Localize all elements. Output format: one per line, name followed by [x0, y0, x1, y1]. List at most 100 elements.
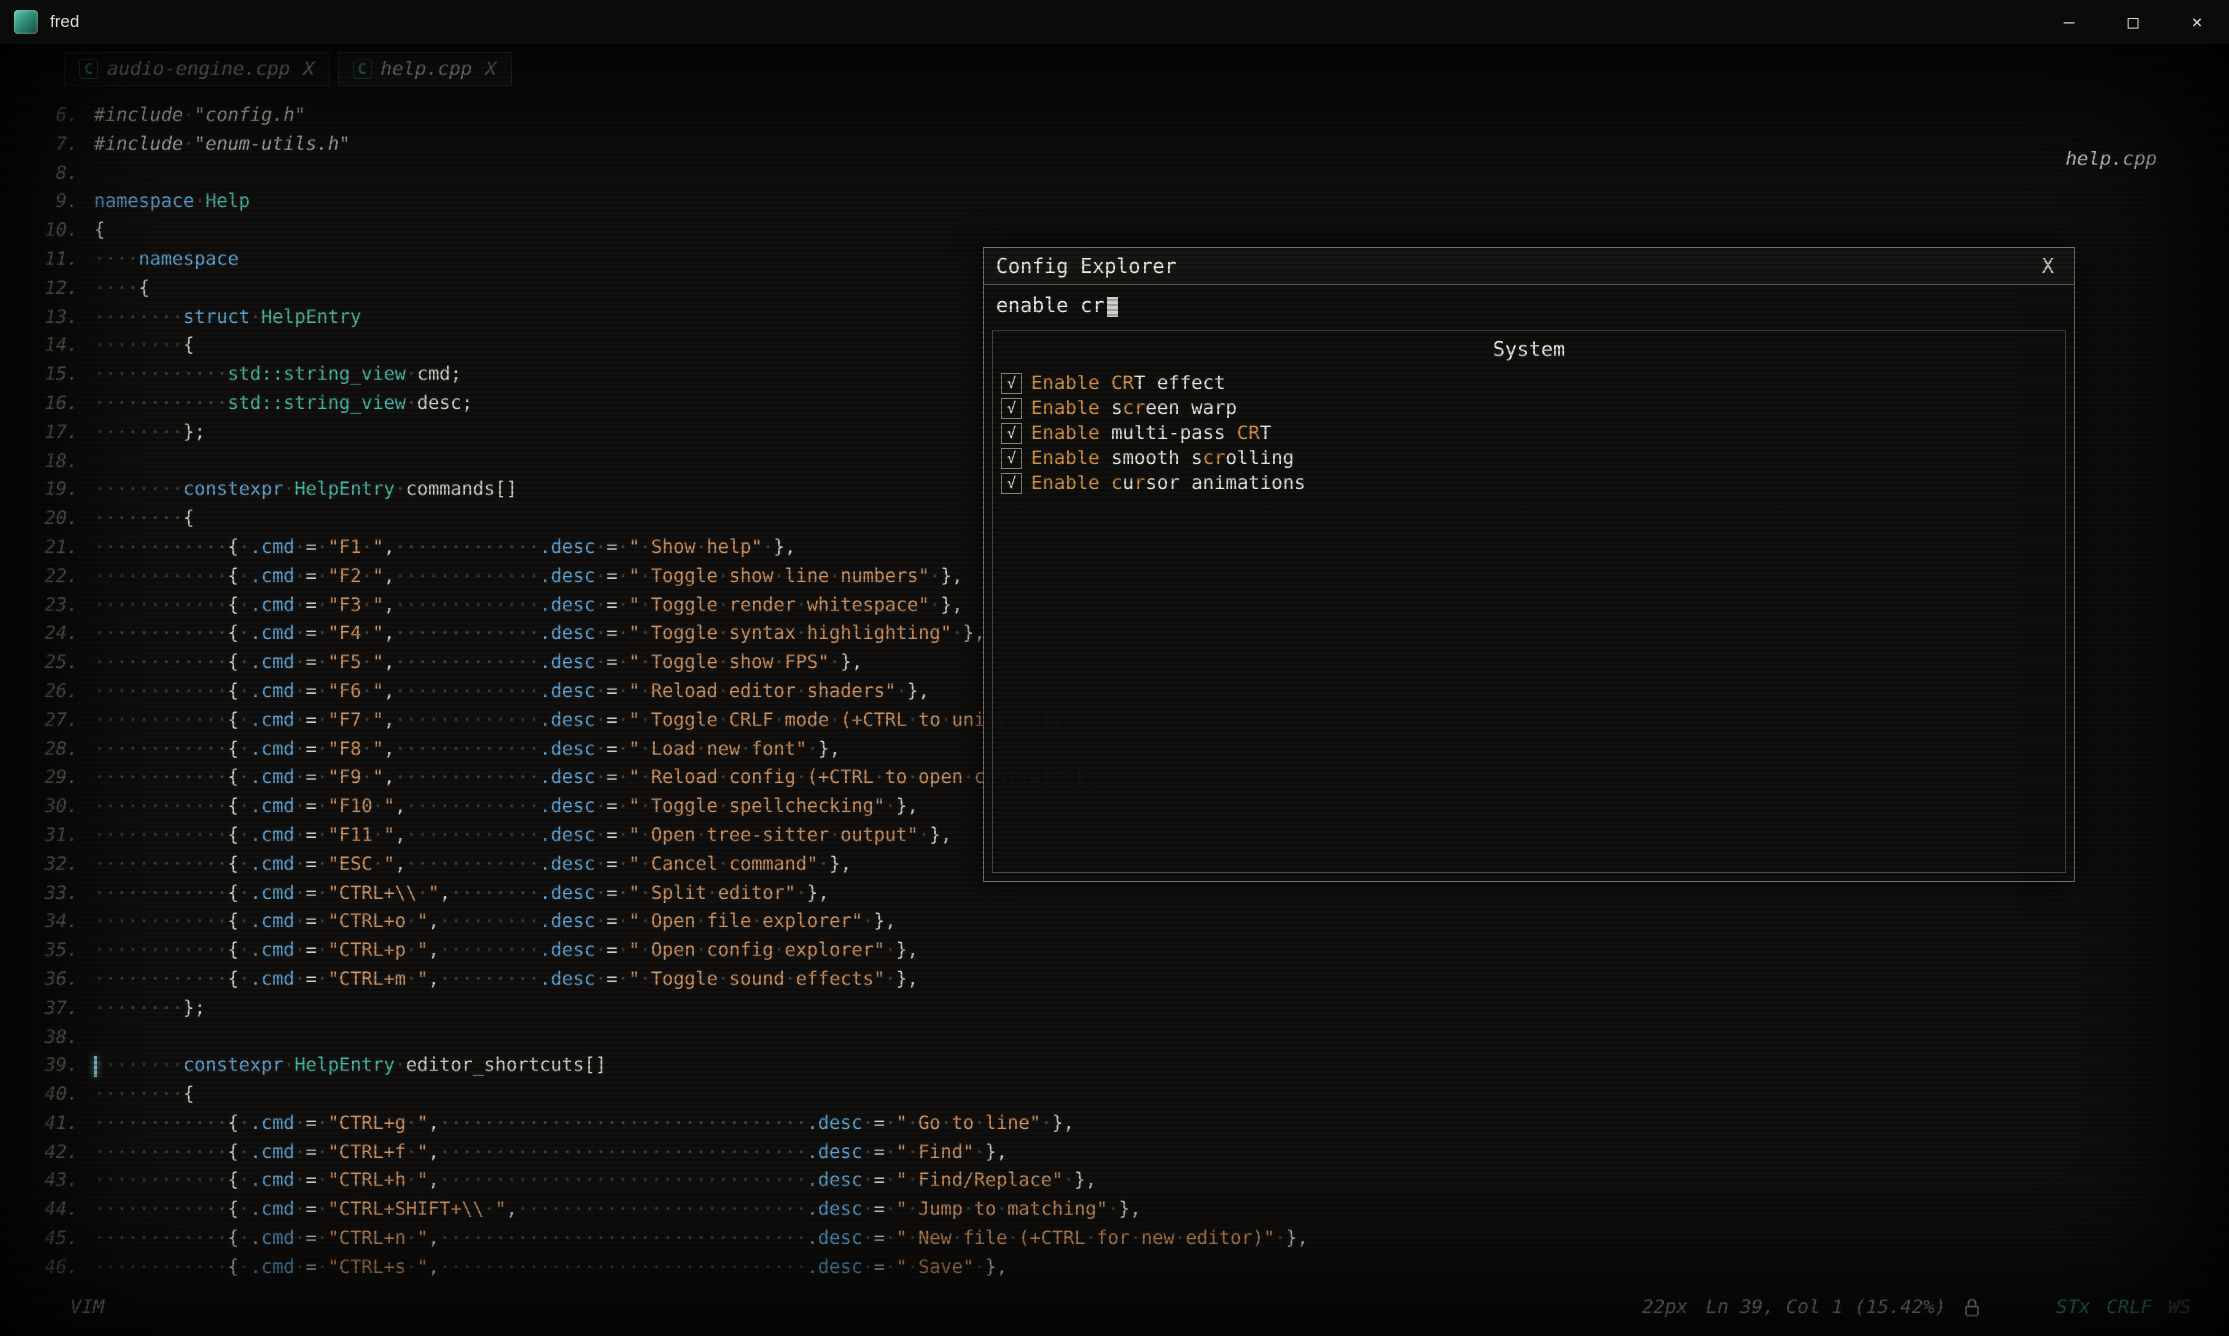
code-token: std::string_view	[228, 393, 406, 414]
code-token: .desc	[540, 796, 596, 817]
whitespace-dots: ·	[295, 1113, 306, 1134]
code-token: {	[228, 796, 239, 817]
code-token: },	[896, 940, 918, 961]
whitespace-dots: ·	[640, 825, 651, 846]
code-token: Open	[651, 940, 696, 961]
whitespace-dots: ·	[640, 681, 651, 702]
line-number: 43.	[24, 1167, 78, 1196]
config-results-box: System √Enable CRT effect√Enable screen …	[992, 330, 2066, 873]
whitespace-dots: ·	[295, 969, 306, 990]
whitespace-dots: ·	[239, 537, 250, 558]
whitespace-dots: ·	[618, 595, 629, 616]
code-token: "	[417, 1142, 428, 1163]
file-flags: STxCRLFWS	[2056, 1296, 2191, 1318]
code-token: "	[896, 1228, 907, 1249]
code-line: 44.············{·.cmd·=·"CTRL+SHIFT+\\·"…	[24, 1196, 2213, 1225]
code-token: .cmd	[250, 767, 295, 788]
code-token: ,	[428, 1257, 439, 1278]
code-token: "	[896, 1199, 907, 1220]
whitespace-dots: ·································	[439, 1257, 807, 1278]
code-token: Save"	[918, 1257, 974, 1278]
whitespace-dots: ·	[317, 1257, 328, 1278]
code-token: FPS"	[785, 652, 830, 673]
whitespace-dots: ·	[239, 739, 250, 760]
line-number: 45.	[24, 1225, 78, 1254]
close-button[interactable]: ×	[2165, 0, 2229, 44]
whitespace-dots: ·	[406, 393, 417, 414]
code-token: =	[606, 652, 617, 673]
config-item[interactable]: √Enable multi-pass CRT	[1001, 421, 2057, 446]
checkbox-checked-icon[interactable]: √	[1001, 473, 1022, 494]
checkbox-checked-icon[interactable]: √	[1001, 398, 1022, 419]
config-section-header: System	[1001, 337, 2057, 361]
whitespace-dots: ·	[239, 969, 250, 990]
whitespace-dots: ············	[94, 595, 228, 616]
code-token: },	[1052, 1113, 1074, 1134]
line-number: 20.	[24, 505, 78, 534]
config-item[interactable]: √Enable screen warp	[1001, 396, 2057, 421]
whitespace-dots: ·	[796, 681, 807, 702]
line-number: 34.	[24, 908, 78, 937]
line-number: 12.	[24, 275, 78, 304]
whitespace-dots: ·	[941, 710, 952, 731]
tab-audio-engine-cpp[interactable]: C audio-engine.cpp X	[64, 52, 330, 86]
code-token: =	[606, 710, 617, 731]
code-token: .desc	[540, 969, 596, 990]
code-token: "	[629, 566, 640, 587]
code-token: Find/Replace"	[918, 1170, 1063, 1191]
code-token: ,	[428, 1228, 439, 1249]
tab-close-icon[interactable]: X	[485, 58, 496, 80]
code-line: 43.············{·.cmd·=·"CTRL+h·",······…	[24, 1167, 2213, 1196]
whitespace-dots: ·	[361, 595, 372, 616]
line-number: 40.	[24, 1081, 78, 1110]
code-token: =	[606, 739, 617, 760]
tab-help-cpp[interactable]: C help.cpp X	[338, 52, 512, 86]
status-right-cluster: 22px Ln 39, Col 1 (15.42%) STxCRLFWS	[1642, 1296, 2191, 1318]
checkbox-checked-icon[interactable]: √	[1001, 423, 1022, 444]
status-flag: WS	[2168, 1296, 2191, 1318]
line-number: 26.	[24, 678, 78, 707]
code-token: Jump	[918, 1199, 963, 1220]
code-token: =	[874, 1199, 885, 1220]
whitespace-dots: ·	[295, 710, 306, 731]
code-token: },	[1286, 1228, 1308, 1249]
whitespace-dots: ·	[907, 1142, 918, 1163]
whitespace-dots: ········	[94, 1084, 183, 1105]
whitespace-dots: ·	[317, 623, 328, 644]
whitespace-dots: ·	[595, 595, 606, 616]
minimize-button[interactable]: —	[2037, 0, 2101, 44]
config-search-value: enable cr	[996, 293, 1104, 317]
maximize-button[interactable]: □	[2101, 0, 2165, 44]
tab-close-icon[interactable]: X	[303, 58, 314, 80]
whitespace-dots: ·	[295, 739, 306, 760]
code-token: =	[306, 883, 317, 904]
whitespace-dots: ·	[885, 1257, 896, 1278]
config-close-button[interactable]: X	[2034, 254, 2062, 278]
code-token: syntax	[729, 623, 796, 644]
checkbox-checked-icon[interactable]: √	[1001, 448, 1022, 469]
checkbox-checked-icon[interactable]: √	[1001, 373, 1022, 394]
whitespace-dots: ·	[417, 883, 428, 904]
code-token: .desc	[807, 1257, 863, 1278]
code-token: "ESC	[328, 854, 373, 875]
whitespace-dots: ·	[372, 854, 383, 875]
match-highlight: Enable	[1031, 447, 1100, 469]
code-line: 40.········{	[24, 1081, 2213, 1110]
config-item[interactable]: √Enable cursor animations	[1001, 471, 2057, 496]
config-item[interactable]: √Enable CRT effect	[1001, 371, 2057, 396]
whitespace-dots: ········	[94, 508, 183, 529]
whitespace-dots: ·	[774, 710, 785, 731]
whitespace-dots: ············	[406, 796, 540, 817]
code-token: .cmd	[250, 595, 295, 616]
whitespace-dots: ·	[640, 623, 651, 644]
whitespace-dots: ·	[974, 1113, 985, 1134]
config-search-input[interactable]: enable cr	[984, 285, 2074, 321]
config-item[interactable]: √Enable smooth scrolling	[1001, 446, 2057, 471]
whitespace-dots: ·	[406, 1257, 417, 1278]
whitespace-dots: ·············	[395, 681, 540, 702]
code-token: {	[228, 681, 239, 702]
whitespace-dots: ····	[94, 278, 139, 299]
code-token: "CTRL+\\	[328, 883, 417, 904]
code-token: editor)"	[1186, 1228, 1275, 1249]
whitespace-dots: ·	[361, 739, 372, 760]
